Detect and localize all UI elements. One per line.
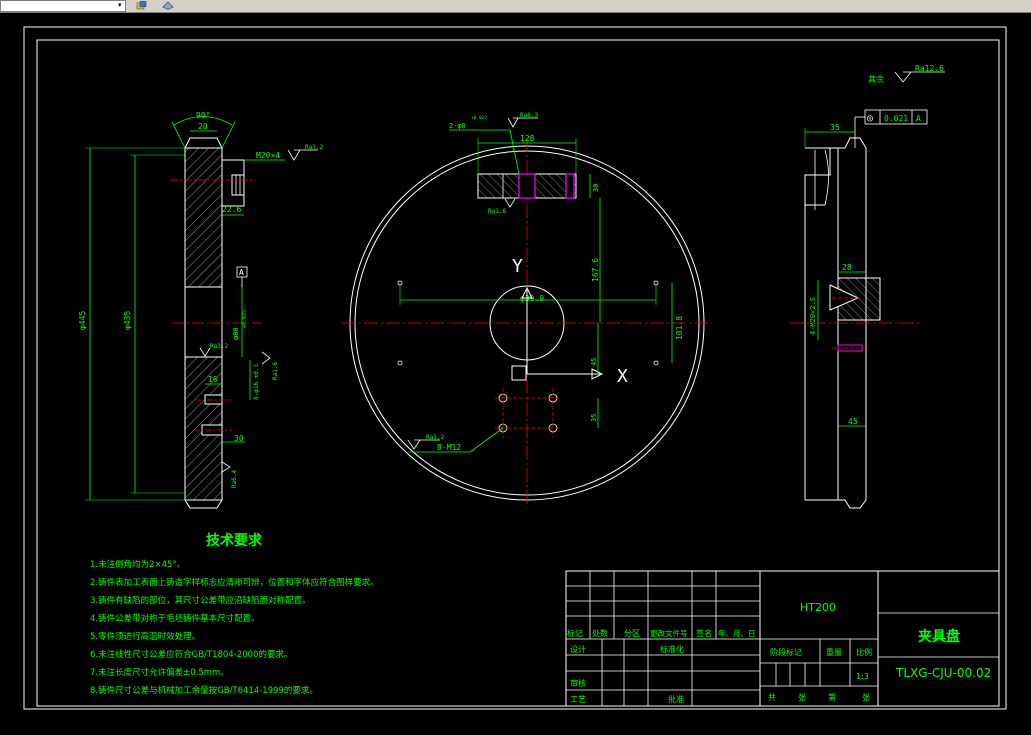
properties-icon[interactable] [162,1,174,10]
roughness-symbol-icon [221,461,231,473]
tb-date: 年、月、日 [718,628,756,638]
notes-title: 技术要求 [206,532,263,549]
right-rough-rest-label: 其余 [868,74,884,84]
left-rough-top-label: Ra3.2 [305,144,323,151]
tb-scale: 比例 [856,647,872,657]
right-flatness-value: 0.021 [884,114,908,123]
note-item: 1.未注倒角均为2×45°。 [90,559,185,570]
tb-process: 工艺 [570,695,586,704]
left-thread-label: M20×4 [256,151,280,160]
left-depth-label: 22.6 [222,205,241,214]
chevron-down-icon[interactable]: ▾ [118,1,122,10]
note-item: 6.未注线性尺寸公差应符合GB/T1804-2000的要求。 [90,649,292,660]
tb-part-name: 夹具盘 [918,628,960,645]
note-item: 3.铸件有缺陷的部位，其尺寸公差带应沿缺陷面对称配置。 [90,595,311,606]
left-bore-tol: +0.035 [242,310,248,328]
tb-doc-no: 更改文件号 [650,628,688,638]
left-bore-label: φ80 [232,327,240,340]
left-dim-16: 16 [208,375,218,384]
roughness-symbol-icon [407,439,421,450]
bolt-pattern [495,388,561,438]
roughness-symbol-icon [504,198,516,208]
tb-scale-value: 1:3 [856,672,869,681]
right-dim-35: 35 [830,123,840,132]
flatness-symbol-icon: ◎ [867,113,873,124]
roughness-symbol-icon [287,149,301,161]
tb-approve: 批准 [668,694,684,704]
center-dim-35: 35 [590,414,598,422]
center-hole-tol: +0.022 [471,115,488,121]
note-item: 5.零件须进行高温时效处理。 [90,631,200,642]
sheet-border [23,26,1007,710]
center-dim-128: 128 [520,134,535,143]
technical-notes: 技术要求 1.未注倒角均为2×45°。 2.铸件表加工表面上铸造字样标志应清晰可… [90,532,379,696]
roughness-symbol-icon [261,351,271,365]
left-dia-inner-label: φ435 [123,311,132,330]
center-thread-note: 8-M12 [437,443,461,452]
tb-page: 第 [828,692,836,702]
center-rough-thread: Ra3.2 [426,434,444,441]
right-rough-rest-value: Ra12.6 [915,64,944,73]
right-dim-45: 45 [848,417,858,426]
left-hole-spec: 8-φ16 ±0.1 [253,363,260,400]
roughness-symbol-icon [507,117,519,128]
right-thread-label: 4-M20×2.5 [809,297,817,335]
left-angle-label: 90° [196,111,210,120]
tb-design: 设计 [570,644,586,654]
note-item: 2.铸件表加工表面上铸造字样标志应清晰可辨，位置和字体应符合图样要求。 [90,577,379,588]
tb-material: HT200 [800,601,836,614]
tb-sheets: 张 [798,693,806,702]
center-hole-count: 2-φ8 [449,122,466,130]
tb-review: 审核 [570,678,586,688]
tb-sign: 签名 [696,628,712,638]
right-flatness-datum: A [916,114,921,123]
note-item: 8.铸件尺寸公差与机械加工余量按GB/T6414-1999的要求。 [90,685,318,696]
center-rough-top: Ra6.3 [520,112,538,119]
layer-tool-icon[interactable] [136,1,148,10]
tb-weight: 重量 [826,647,842,657]
tb-standard: 标准化 [660,644,684,654]
center-rough-left: Ra1.6 [488,208,506,215]
center-dim-167: 167.6 [591,258,600,282]
center-plan-view: 2-φ8 +0.022 Ra6.3 128 30 Ra1.6 167.6 φ39… [342,112,712,508]
cad-drawing-canvas[interactable]: 90° 20 M20×4 Ra3.2 22.6 A φ445 φ435 φ80 … [0,12,1031,735]
axis-y-label: Y [512,256,523,277]
roughness-symbol-icon [894,71,912,83]
note-item: 7.未注长度尺寸允许偏差±0.5mm。 [90,667,229,678]
tb-total: 共 [768,693,776,702]
center-dim-101: 101.8 [675,316,684,340]
tb-mark: 标记 [567,628,583,638]
left-rough-mid-label: Ra3.2 [210,343,228,350]
left-rough-bottom-label: Ra6.4 [231,470,238,488]
left-top-width-label: 20 [198,122,208,131]
left-section-view: 90° 20 M20×4 Ra3.2 22.6 A φ445 φ435 φ80 … [78,111,323,509]
tb-zone: 分区 [624,629,640,638]
left-dia-outer-label: φ445 [78,311,87,330]
title-block: 标记 处数 分区 更改文件号 签名 年、月、日 设计 标准化 审核 工艺 批准 … [565,570,1000,707]
left-rough-side-label: Ra1.6 [272,362,279,380]
center-dim-30: 30 [592,184,600,192]
center-dim-45: 45 [590,358,598,366]
left-datum-a: A [239,268,244,277]
layer-dropdown[interactable] [0,0,126,12]
tb-drawing-no: TLXG-CJU-00.02 [895,666,991,680]
tb-count: 处数 [592,628,608,638]
axis-x-label: X [617,366,628,387]
right-side-view: 其余 Ra12.6 ◎ 0.021 A 35 28 4-M20×2.5 45 [790,64,945,509]
tb-stage: 阶段标记 [770,647,802,657]
left-dim-30: 30 [234,434,244,443]
note-item: 4.铸件公差带对称于毛坯铸件基本尺寸配置。 [90,613,260,624]
tb-sheet: 张 [862,693,870,702]
right-dim-28: 28 [842,263,852,272]
